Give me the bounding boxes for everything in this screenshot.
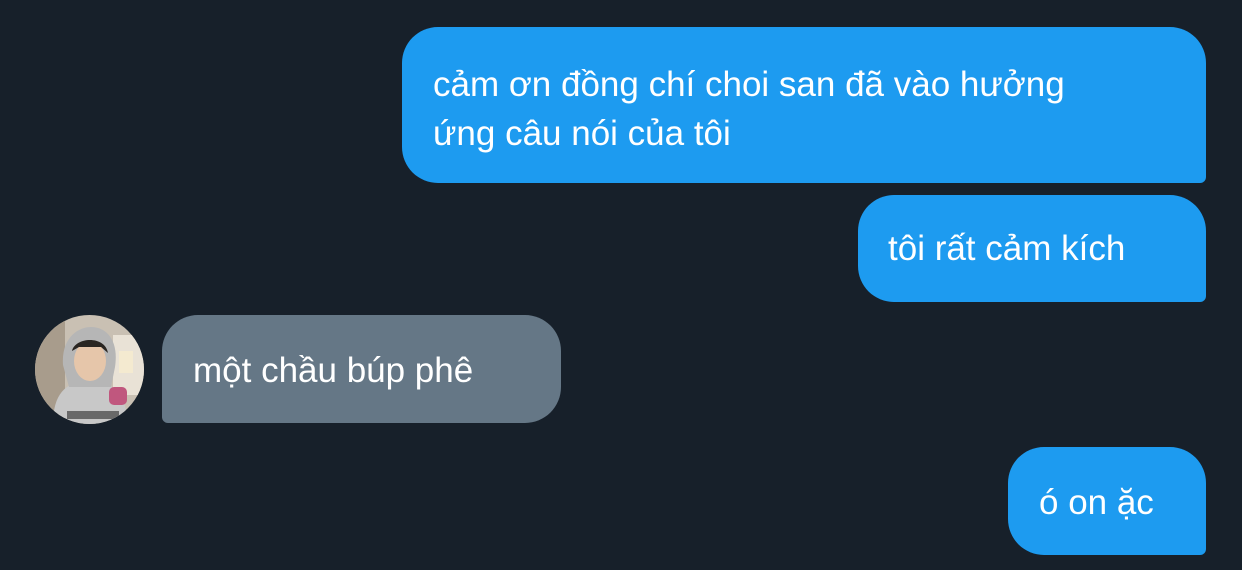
avatar[interactable]	[35, 315, 144, 424]
message-bubble-outgoing[interactable]: ó on ặc	[1008, 447, 1206, 555]
message-text-line: một chầu búp phê	[193, 351, 474, 390]
message-bubble-outgoing[interactable]: tôi rất cảm kích	[858, 195, 1206, 302]
message-bubble-incoming[interactable]: một chầu búp phê	[162, 315, 561, 423]
message-bubble-outgoing[interactable]: cảm ơn đồng chí choi san đã vào hưởng ứn…	[402, 27, 1206, 183]
message-text-line: ó on ặc	[1039, 483, 1154, 522]
user-avatar-photo	[35, 315, 144, 424]
message-text-line: cảm ơn đồng chí choi san đã vào hưởng	[433, 65, 1065, 104]
message-text-line: tôi rất cảm kích	[888, 229, 1126, 268]
message-text-line: ứng câu nói của tôi	[433, 114, 731, 153]
